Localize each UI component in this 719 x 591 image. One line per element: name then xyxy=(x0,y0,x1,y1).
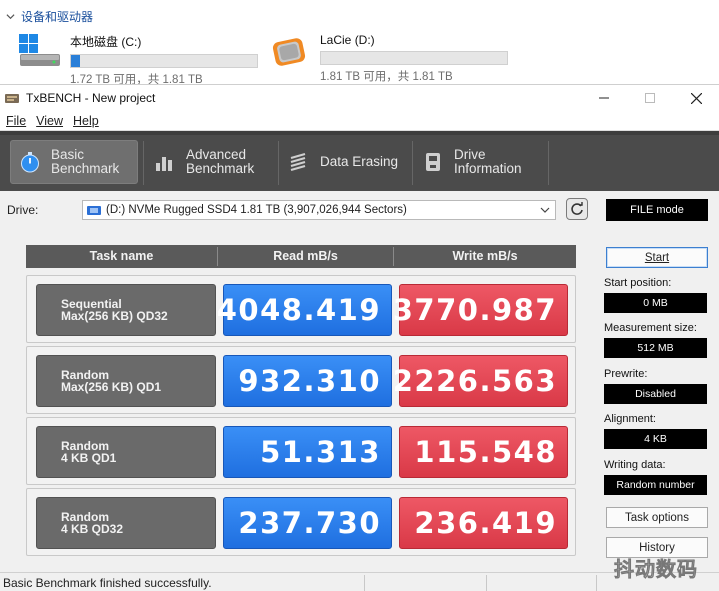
header-task-name: Task name xyxy=(89,249,154,263)
table-row: Random 4 KB QD1 51.313 115.548 xyxy=(26,417,576,485)
prewrite-field[interactable]: Disabled xyxy=(604,384,707,404)
stopwatch-icon xyxy=(21,152,39,173)
drive-c[interactable]: 本地磁盘 (C:) 1.72 TB 可用，共 1.81 TB xyxy=(18,32,258,87)
task-button-rand-q1[interactable]: Random Max(256 KB) QD1 xyxy=(36,355,216,407)
start-position-label: Start position: xyxy=(604,277,672,289)
prewrite-group: Prewrite: Disabled xyxy=(604,368,707,404)
app-icon xyxy=(5,94,19,103)
status-text: Basic Benchmark finished successfully. xyxy=(3,575,212,590)
start-position-field[interactable]: 0 MB xyxy=(604,293,707,313)
table-row: Random 4 KB QD32 237.730 236.419 xyxy=(26,488,576,556)
devices-group-header[interactable]: 设备和驱动器 xyxy=(6,8,93,25)
write-value: 2226.563 xyxy=(393,355,568,407)
devices-group-title: 设备和驱动器 xyxy=(21,10,94,24)
menu-bar: File View Help xyxy=(0,111,719,131)
alignment-group: Alignment: 4 KB xyxy=(604,413,707,449)
chevron-down-icon xyxy=(540,207,550,213)
refresh-icon xyxy=(571,202,583,215)
task-button-4k-q32[interactable]: Random 4 KB QD32 xyxy=(36,497,216,549)
chevron-down-icon xyxy=(6,14,15,20)
watermark-text: 抖动数码 xyxy=(614,559,698,582)
writing-data-group: Writing data: Random number xyxy=(604,459,707,495)
read-value: 932.310 xyxy=(223,355,392,407)
tab-drive-line1: Drive xyxy=(454,147,486,162)
tab-advanced-line2: Benchmark xyxy=(186,161,255,176)
drive-d-usage-bar xyxy=(320,51,508,65)
tab-basic-line1: Basic xyxy=(51,147,85,162)
writing-data-field[interactable]: Random number xyxy=(604,475,707,495)
tab-erasing-label: Data Erasing xyxy=(320,154,399,169)
alignment-label: Alignment: xyxy=(604,413,656,425)
measurement-size-field[interactable]: 512 MB xyxy=(604,338,707,358)
drive-dropdown-value: (D:) NVMe Rugged SSD4 1.81 TB (3,907,026… xyxy=(106,204,407,216)
maximize-icon xyxy=(645,93,655,103)
drive-label: Drive: xyxy=(7,203,39,217)
start-button[interactable]: Start xyxy=(606,247,708,268)
tab-advanced-benchmark[interactable]: Advanced Benchmark xyxy=(146,140,274,184)
tab-drive-line2: Information xyxy=(454,161,522,176)
maximize-button[interactable] xyxy=(627,85,673,111)
lacie-drive-icon xyxy=(268,32,312,70)
measurement-size-group: Measurement size: 512 MB xyxy=(604,322,707,358)
write-value: 115.548 xyxy=(399,426,568,478)
menu-help[interactable]: Help xyxy=(73,114,99,128)
benchmark-toolbar: Basic Benchmark Advanced Benchmark Data Er… xyxy=(0,131,719,191)
minimize-button[interactable] xyxy=(581,85,627,111)
minimize-icon xyxy=(599,97,609,99)
results-panel: Task name Read mB/s Write mB/s Sequentia… xyxy=(24,245,576,568)
tab-advanced-line1: Advanced xyxy=(186,147,247,162)
drive-selection-bar: Drive: (D:) NVMe Rugged SSD4 1.81 TB (3,… xyxy=(0,193,719,225)
drive-dropdown[interactable]: (D:) NVMe Rugged SSD4 1.81 TB (3,907,026… xyxy=(82,200,556,220)
bar-chart-icon xyxy=(156,157,172,171)
table-row: Random Max(256 KB) QD1 932.310 2226.563 xyxy=(26,346,576,414)
windows-drive-icon xyxy=(18,32,62,70)
task-button-seq-q32[interactable]: Sequential Max(256 KB) QD32 xyxy=(36,284,216,336)
table-row: Sequential Max(256 KB) QD32 4048.419 3770… xyxy=(26,275,576,343)
tab-basic-line2: Benchmark xyxy=(51,161,120,176)
read-value: 4048.419 xyxy=(217,284,392,336)
start-position-group: Start position: 0 MB xyxy=(604,277,707,313)
results-header: Task name Read mB/s Write mB/s xyxy=(26,245,576,268)
drive-d-name: LaCie (D:) xyxy=(320,33,375,47)
measurement-size-label: Measurement size: xyxy=(604,322,697,334)
status-bar: Basic Benchmark finished successfully. xyxy=(0,572,719,591)
tab-basic-benchmark[interactable]: Basic Benchmark xyxy=(10,140,138,184)
tab-drive-information[interactable]: Drive Information xyxy=(414,140,544,184)
close-icon xyxy=(690,92,702,104)
drive-c-name: 本地磁盘 (C:) xyxy=(70,35,142,49)
read-value: 51.313 xyxy=(223,426,392,478)
menu-view[interactable]: View xyxy=(36,114,63,128)
task-options-button[interactable]: Task options xyxy=(606,507,708,528)
writing-data-label: Writing data: xyxy=(604,459,666,471)
prewrite-label: Prewrite: xyxy=(604,368,648,380)
drive-c-usage-bar xyxy=(70,54,258,68)
refresh-button[interactable] xyxy=(566,198,588,220)
tab-data-erasing[interactable]: Data Erasing xyxy=(280,140,408,184)
txbench-window: TxBENCH - New project File View Help Bas… xyxy=(0,84,719,591)
screenshot-root: 设备和驱动器 本地磁盘 (C:) 1.72 TB 可用，共 1.81 TB La… xyxy=(0,0,719,591)
write-value: 3770.987 xyxy=(393,284,568,336)
window-title: TxBENCH - New project xyxy=(26,91,156,105)
eraser-icon xyxy=(290,152,306,172)
file-mode-indicator: FILE mode xyxy=(606,199,708,221)
header-write: Write mB/s xyxy=(452,249,518,263)
drive-d[interactable]: LaCie (D:) 1.81 TB 可用，共 1.81 TB xyxy=(268,32,508,84)
task-button-4k-q1[interactable]: Random 4 KB QD1 xyxy=(36,426,216,478)
title-bar[interactable]: TxBENCH - New project xyxy=(0,85,719,111)
menu-file[interactable]: File xyxy=(6,114,26,128)
alignment-field[interactable]: 4 KB xyxy=(604,429,707,449)
write-value: 236.419 xyxy=(399,497,568,549)
header-read: Read mB/s xyxy=(273,249,338,263)
read-value: 237.730 xyxy=(223,497,392,549)
drive-d-size: 1.81 TB 可用，共 1.81 TB xyxy=(320,71,453,83)
drive-info-icon xyxy=(426,153,440,171)
nvme-drive-icon xyxy=(87,205,101,215)
close-button[interactable] xyxy=(673,85,719,111)
